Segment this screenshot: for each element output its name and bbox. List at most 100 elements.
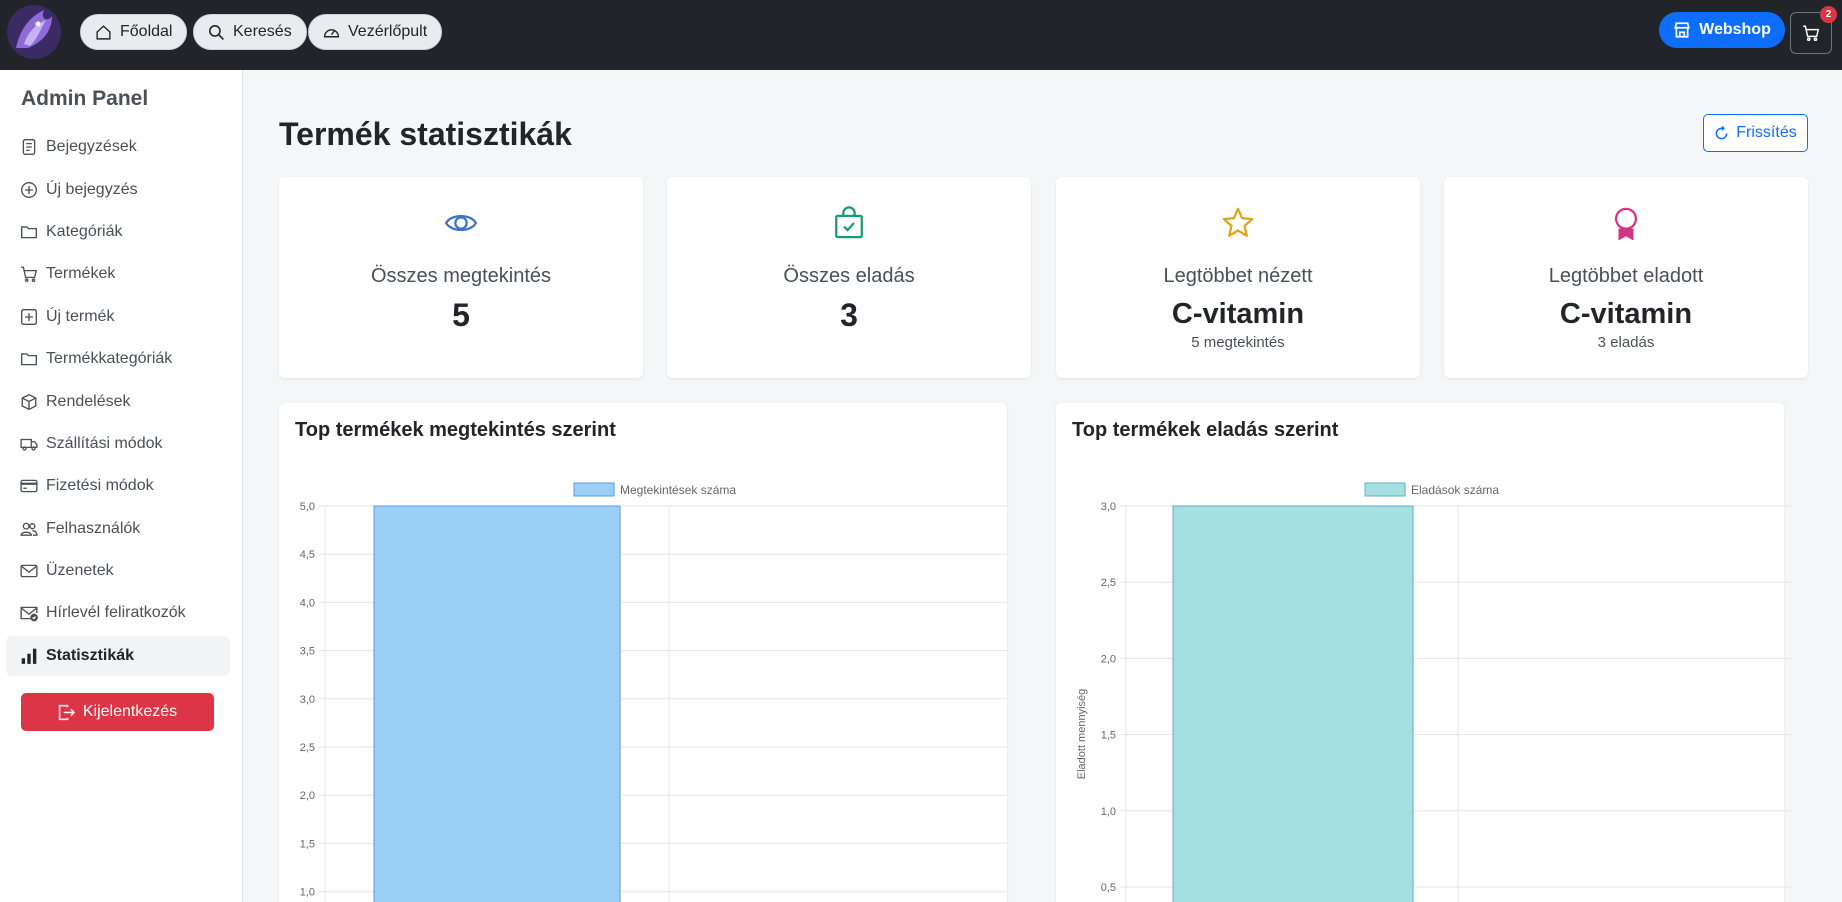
stat-value: C-vitamin (1559, 298, 1693, 330)
chart-card-views: Top termékek megtekintés szerint 5,0 4,5 4… (279, 403, 1007, 902)
cart-icon (1803, 25, 1820, 42)
nav-dashboard-button[interactable]: Vezérlőpult (308, 14, 443, 50)
sidebar-item-termekek[interactable]: Termékek (6, 254, 230, 294)
y-tick-label: 1,0 (1101, 806, 1116, 818)
y-tick-label: 2,0 (300, 790, 315, 802)
envelope-check-icon (20, 606, 38, 622)
nav-dashboard-label: Vezérlőpult (348, 23, 428, 40)
cart-icon (21, 266, 38, 282)
refresh-icon (1715, 125, 1728, 139)
nav-search-label: Keresés (233, 23, 292, 40)
sidebar-item-felhasznalok[interactable]: Felhasználók (6, 509, 230, 549)
legend-swatch (1364, 482, 1406, 497)
bag-check-icon (835, 206, 863, 239)
legend-label: Eladások száma (1411, 483, 1499, 497)
y-tick-label: 1,5 (300, 838, 315, 850)
stat-value: C-vitamin (1171, 298, 1305, 330)
box-icon (21, 393, 37, 411)
credit-card-icon (20, 479, 38, 493)
stat-label: Összes megtekintés (370, 265, 552, 287)
sidebar: Admin Panel Bejegyzések Új bejegyzés Kat… (0, 70, 243, 902)
sidebar-item-label: Termékek (46, 265, 116, 282)
y-tick-label: 3,0 (1101, 501, 1116, 513)
sidebar-item-statisztikak[interactable]: Statisztikák (6, 636, 230, 676)
sidebar-item-uj-bejegyzes[interactable]: Új bejegyzés (6, 170, 230, 210)
stat-label: Legtöbbet eladott (1548, 265, 1704, 287)
search-icon (209, 24, 224, 40)
stat-card-total-views: Összes megtekintés 5 (279, 177, 643, 378)
shop-icon (1674, 22, 1690, 38)
bar (373, 505, 621, 902)
y-tick-label: 4,5 (300, 549, 315, 561)
stat-subtext: 5 megtekintés (1191, 334, 1285, 351)
sidebar-item-fizetesi-modok[interactable]: Fizetési módok (6, 466, 230, 506)
y-tick-label: 4,0 (300, 597, 315, 609)
sidebar-item-uzenetek[interactable]: Üzenetek (6, 551, 230, 591)
stat-label: Legtöbbet nézett (1163, 265, 1313, 287)
chart-views: 5,0 4,5 4,0 3,5 3,0 2,5 2,0 1,5 1,0 Megtekintések… (300, 482, 1007, 902)
webshop-button[interactable]: Webshop (1659, 12, 1785, 48)
nav-search-button[interactable]: Keresés (193, 14, 307, 50)
bar-chart-icon (21, 648, 37, 664)
stat-value: 3 (840, 297, 858, 333)
logout-label: Kijelentkezés (82, 703, 178, 720)
folder-icon (21, 353, 37, 366)
sidebar-item-uj-termek[interactable]: Új termék (6, 297, 230, 337)
y-tick-label: 2,5 (300, 742, 315, 754)
chart-card-sales: Top termékek eladás szerint 3,0 2,5 2,0 1,5… (1056, 403, 1792, 902)
sidebar-item-label: Szállítási módok (46, 435, 163, 452)
plus-square-icon (21, 309, 37, 325)
legend-swatch (573, 482, 615, 497)
refresh-button[interactable]: Frissítés (1703, 114, 1808, 152)
sidebar-item-rendelesek[interactable]: Rendelések (6, 382, 230, 422)
refresh-label: Frissítés (1736, 124, 1797, 141)
sidebar-item-label: Bejegyzések (46, 138, 137, 155)
webshop-label: Webshop (1699, 21, 1771, 38)
sidebar-item-label: Fizetési módok (46, 477, 154, 494)
nav-home-button[interactable]: Főoldal (80, 14, 188, 50)
top-navbar: Főoldal Keresés Vezérlőpult Webshop 2 (0, 0, 1842, 70)
folder-icon (21, 226, 37, 239)
stat-subtext: 3 eladás (1597, 334, 1655, 351)
stat-value: 5 (452, 297, 470, 333)
stat-label: Összes eladás (783, 265, 915, 287)
nav-home-label: Főoldal (120, 23, 173, 40)
sidebar-item-kategoriak[interactable]: Kategóriák (6, 212, 230, 252)
sidebar-title: Admin Panel (21, 87, 149, 110)
sidebar-item-label: Új bejegyzés (46, 181, 138, 198)
bar (1172, 505, 1414, 902)
sidebar-item-label: Új termék (46, 308, 115, 325)
stat-card-total-sales: Összes eladás 3 (667, 177, 1031, 378)
house-icon (96, 24, 111, 40)
sidebar-item-label: Kategóriák (46, 223, 123, 240)
y-tick-label: 1,5 (1101, 730, 1116, 742)
chart-sales: 3,0 2,5 2,0 1,5 1,0 0,5 Eladások száma Eladott … (1076, 482, 1792, 902)
people-icon (20, 522, 38, 536)
logo-icon[interactable] (4, 2, 64, 62)
stat-card-most-viewed: Legtöbbet nézett C-vitamin 5 megtekintés (1056, 177, 1420, 378)
y-axis-title: Eladott mennyiség (1076, 689, 1088, 780)
plus-circle-icon (21, 182, 37, 198)
sidebar-item-szallitasi-modok[interactable]: Szállítási módok (6, 424, 230, 464)
cart-button[interactable]: 2 (1790, 6, 1837, 54)
star-icon (1222, 207, 1254, 237)
sidebar-item-label: Felhasználók (46, 520, 141, 537)
envelope-icon (20, 564, 38, 578)
y-tick-label: 0,5 (1101, 882, 1116, 894)
eye-icon (444, 214, 478, 232)
sidebar-item-bejegyzesek[interactable]: Bejegyzések (6, 127, 230, 167)
speedometer-icon (323, 28, 340, 37)
logout-button[interactable]: Kijelentkezés (21, 693, 214, 731)
y-tick-label: 2,0 (1101, 653, 1116, 665)
y-tick-label: 1,0 (300, 887, 315, 899)
sidebar-item-hirlevel[interactable]: Hírlevél feliratkozók (6, 593, 230, 633)
y-tick-label: 3,5 (300, 646, 315, 658)
award-icon (1614, 207, 1638, 240)
stat-card-most-sold: Legtöbbet eladott C-vitamin 3 eladás (1444, 177, 1808, 378)
sidebar-item-termekkategoriak[interactable]: Termékkategóriák (6, 339, 230, 379)
sidebar-item-label: Hírlevél feliratkozók (46, 604, 186, 621)
cart-count-badge: 2 (1820, 6, 1837, 23)
page-title: Termék statisztikák (279, 116, 572, 152)
sidebar-item-label: Üzenetek (46, 562, 114, 579)
y-tick-label: 2,5 (1101, 577, 1116, 589)
